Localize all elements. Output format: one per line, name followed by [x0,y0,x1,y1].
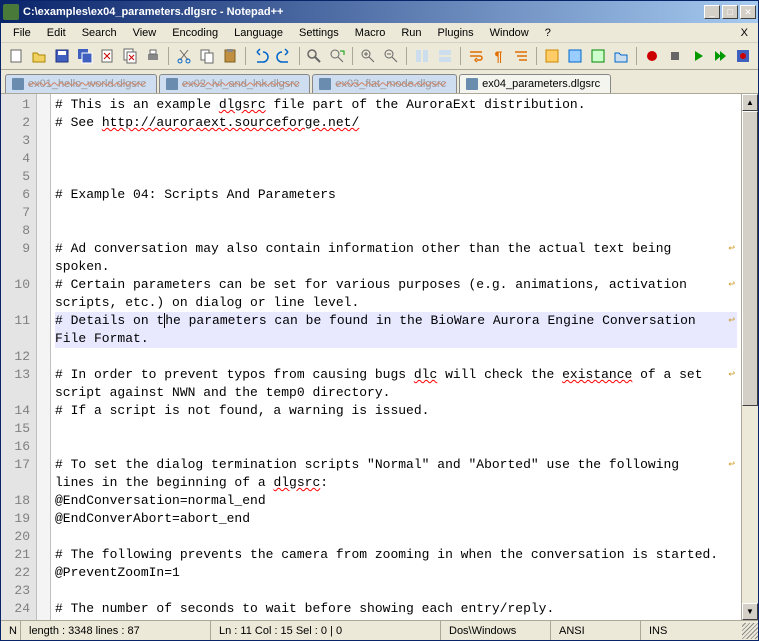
scroll-up-icon[interactable]: ▲ [742,94,758,111]
file-icon [319,78,331,90]
scroll-down-icon[interactable]: ▼ [742,603,758,620]
cut-icon[interactable] [173,45,195,67]
play-macro-icon[interactable] [687,45,709,67]
menu-search[interactable]: Search [74,25,125,41]
copy-icon[interactable] [196,45,218,67]
editor[interactable]: 123456789101112131415161718192021222324 … [1,94,758,620]
resize-grip-icon[interactable] [742,623,758,639]
save-all-icon[interactable] [74,45,96,67]
menu-run[interactable]: Run [393,25,429,41]
save-macro-icon[interactable] [732,45,754,67]
status-length: length : 3348 lines : 87 [21,621,211,640]
titlebar: C:\examples\ex04_parameters.dlgsrc - Not… [1,1,758,23]
find-icon[interactable] [304,45,326,67]
menu-window[interactable]: Window [482,25,537,41]
vertical-scrollbar[interactable]: ▲ ▼ [741,94,758,620]
menu-settings[interactable]: Settings [291,25,347,41]
menu-plugins[interactable]: Plugins [430,25,482,41]
minimize-button[interactable]: _ [704,5,720,19]
stop-macro-icon[interactable] [664,45,686,67]
save-icon[interactable] [51,45,73,67]
zoom-in-icon[interactable] [357,45,379,67]
menu-macro[interactable]: Macro [347,25,394,41]
tab-label: ex03_flat_mode.dlgsrc [335,78,446,90]
close-file-icon[interactable] [97,45,119,67]
record-macro-icon[interactable] [641,45,663,67]
show-chars-icon[interactable]: ¶ [488,45,510,67]
statusbar: N length : 3348 lines : 87 Ln : 11 Col :… [1,620,758,640]
status-encoding: ANSI [551,621,641,640]
tab-label: ex01_hello_world.dlgsrc [28,78,146,90]
scroll-thumb[interactable] [742,111,758,406]
undo-icon[interactable] [250,45,272,67]
doc-close-x[interactable]: X [735,27,754,39]
doc-map-icon[interactable] [564,45,586,67]
window-title: C:\examples\ex04_parameters.dlgsrc - Not… [23,6,704,18]
tab-label: ex02_lvl_and_lnk.dlgsrc [182,78,299,90]
menu-edit[interactable]: Edit [39,25,74,41]
tab-ex01[interactable]: ex01_hello_world.dlgsrc [5,74,157,93]
tab-label: ex04_parameters.dlgsrc [482,78,600,90]
redo-icon[interactable] [273,45,295,67]
tab-ex04[interactable]: ex04_parameters.dlgsrc [459,74,611,93]
status-position: Ln : 11 Col : 15 Sel : 0 | 0 [211,621,441,640]
fold-margin [37,94,51,620]
line-number-gutter: 123456789101112131415161718192021222324 [1,94,37,620]
paste-icon[interactable] [219,45,241,67]
new-file-icon[interactable] [5,45,27,67]
menu-encoding[interactable]: Encoding [164,25,226,41]
menu-file[interactable]: File [5,25,39,41]
status-mode: INS [641,621,742,640]
folder-icon[interactable] [610,45,632,67]
print-icon[interactable] [142,45,164,67]
status-eol: Dos\Windows [441,621,551,640]
replace-icon[interactable] [326,45,348,67]
status-grip-label: N [1,621,21,640]
tab-ex03[interactable]: ex03_flat_mode.dlgsrc [312,74,457,93]
file-icon [466,78,478,90]
menu-view[interactable]: View [125,25,165,41]
menu-help[interactable]: ? [537,25,559,41]
close-button[interactable]: ✕ [740,5,756,19]
sync-v-icon[interactable] [411,45,433,67]
close-all-icon[interactable] [119,45,141,67]
menu-language[interactable]: Language [226,25,291,41]
tab-ex02[interactable]: ex02_lvl_and_lnk.dlgsrc [159,74,310,93]
file-icon [166,78,178,90]
sync-h-icon[interactable] [434,45,456,67]
play-multi-icon[interactable] [710,45,732,67]
zoom-out-icon[interactable] [380,45,402,67]
toolbar: ¶ [1,43,758,70]
open-file-icon[interactable] [28,45,50,67]
lang-guide-icon[interactable] [541,45,563,67]
maximize-button[interactable]: □ [722,5,738,19]
menubar: File Edit Search View Encoding Language … [1,23,758,43]
scroll-track[interactable] [742,111,758,603]
tabbar: ex01_hello_world.dlgsrc ex02_lvl_and_lnk… [1,70,758,94]
app-icon [3,4,19,20]
indent-guide-icon[interactable] [511,45,533,67]
wordwrap-icon[interactable] [465,45,487,67]
file-icon [12,78,24,90]
func-list-icon[interactable] [587,45,609,67]
code-area[interactable]: # This is an example dlgsrc file part of… [51,94,741,620]
